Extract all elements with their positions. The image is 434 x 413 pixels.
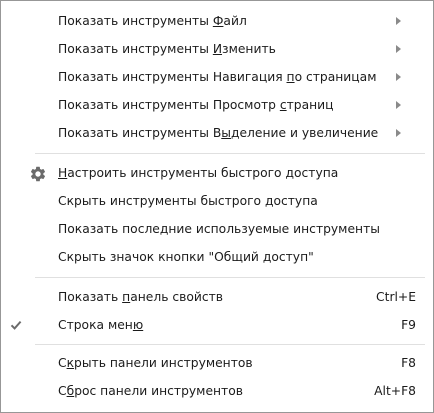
menu-item-label: Показать инструменты Файл: [58, 14, 247, 28]
chevron-right-icon: [396, 17, 401, 25]
menu-item-show-recent-tools[interactable]: Показать последние используемые инструме…: [1, 217, 433, 241]
menu-item-label: Скрыть инструменты быстрого доступа: [58, 194, 318, 208]
menu-item-label: Показать инструменты Просмотр страниц: [58, 98, 334, 112]
context-menu: Показать инструменты Файл Показать инстр…: [0, 0, 434, 413]
checkmark-icon: [10, 320, 22, 330]
menu-item-label: Настроить инструменты быстрого доступа: [58, 166, 339, 180]
menu-item-label: Показать панель свойств: [58, 290, 224, 304]
shortcut-label: F8: [401, 356, 416, 370]
menu-item-show-select-zoom-tools[interactable]: Показать инструменты Выделение и увеличе…: [1, 121, 433, 145]
menu-item-label: Сброс панели инструментов: [58, 384, 243, 398]
shortcut-label: Alt+F8: [374, 384, 416, 398]
shortcut-label: F9: [401, 318, 416, 332]
menu-item-label: Строка меню: [58, 318, 144, 332]
menu-item-show-page-navigation-tools[interactable]: Показать инструменты Навигация по страни…: [1, 65, 433, 89]
menu-separator: [35, 153, 425, 154]
menu-item-menu-bar[interactable]: Строка меню F9: [1, 313, 433, 337]
menu-item-show-edit-tools[interactable]: Показать инструменты Изменить: [1, 37, 433, 61]
menu-item-label: Показать инструменты Навигация по страни…: [58, 70, 377, 84]
menu-item-customize-quick-tools[interactable]: Настроить инструменты быстрого доступа: [1, 161, 433, 185]
menu-item-hide-toolbars[interactable]: Скрыть панели инструментов F8: [1, 351, 433, 375]
menu-item-label: Показать последние используемые инструме…: [58, 222, 380, 236]
menu-separator: [35, 344, 425, 345]
shortcut-label: Ctrl+E: [376, 290, 416, 304]
chevron-right-icon: [396, 45, 401, 53]
menu-item-show-page-display-tools[interactable]: Показать инструменты Просмотр страниц: [1, 93, 433, 117]
menu-separator: [35, 277, 425, 278]
menu-item-label: Показать инструменты Выделение и увеличе…: [58, 126, 379, 140]
chevron-right-icon: [396, 129, 401, 137]
menu-item-hide-share-button[interactable]: Скрыть значок кнопки "Общий доступ": [1, 245, 433, 269]
menu-item-show-file-tools[interactable]: Показать инструменты Файл: [1, 9, 433, 33]
menu-item-show-properties-panel[interactable]: Показать панель свойств Ctrl+E: [1, 285, 433, 309]
menu-item-label: Скрыть значок кнопки "Общий доступ": [58, 250, 314, 264]
menu-item-label: Скрыть панели инструментов: [58, 356, 253, 370]
menu-item-reset-toolbars[interactable]: Сброс панели инструментов Alt+F8: [1, 379, 433, 403]
gear-icon: [30, 166, 46, 182]
menu-item-hide-quick-tools[interactable]: Скрыть инструменты быстрого доступа: [1, 189, 433, 213]
chevron-right-icon: [396, 101, 401, 109]
menu-item-label: Показать инструменты Изменить: [58, 42, 276, 56]
chevron-right-icon: [396, 73, 401, 81]
